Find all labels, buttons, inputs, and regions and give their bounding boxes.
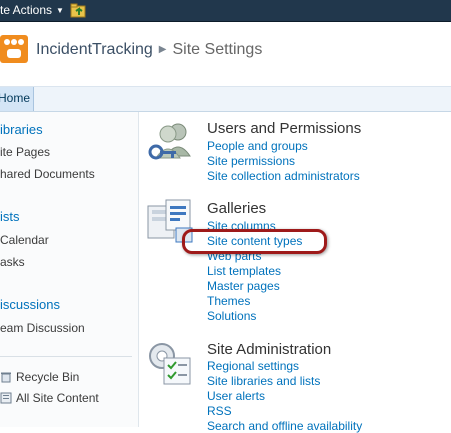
link-site-permissions[interactable]: Site permissions (207, 154, 295, 168)
title-area: IncidentTracking ▶ Site Settings (0, 22, 451, 86)
breadcrumb-site-link[interactable]: IncidentTracking (36, 41, 153, 58)
link-themes[interactable]: Themes (207, 294, 250, 308)
callout-highlight-ring (182, 229, 327, 254)
users-icon (148, 123, 191, 160)
site-actions-menu[interactable]: te Actions ▼ (0, 0, 64, 21)
link-master-pages[interactable]: Master pages (207, 279, 280, 293)
section-title-site-administration: Site Administration (207, 341, 332, 358)
nav-divider (0, 356, 132, 357)
top-nav-bar: Home (0, 86, 451, 112)
nav-item-team-discussion[interactable]: eam Discussion (0, 321, 85, 335)
nav-item-calendar[interactable]: Calendar (0, 233, 49, 247)
ribbon-top-bar: te Actions ▼ (0, 0, 451, 22)
nav-item-site-pages[interactable]: ite Pages (0, 145, 50, 159)
recycle-bin-link[interactable]: Recycle Bin (0, 370, 79, 384)
link-solutions[interactable]: Solutions (207, 309, 256, 323)
nav-item-tasks[interactable]: asks (0, 255, 25, 269)
site-logo-icon (0, 35, 28, 63)
link-regional-settings[interactable]: Regional settings (207, 359, 299, 373)
site-actions-label: te Actions (0, 3, 53, 17)
nav-heading-lists[interactable]: ists (0, 209, 20, 224)
navigate-up-icon[interactable] (70, 2, 88, 18)
breadcrumb: IncidentTracking ▶ Site Settings (36, 41, 262, 59)
link-site-libraries-and-lists[interactable]: Site libraries and lists (207, 374, 320, 388)
all-site-content-label: All Site Content (16, 391, 99, 405)
link-site-collection-administrators[interactable]: Site collection administrators (207, 169, 360, 183)
page-title: Site Settings (172, 41, 263, 58)
link-search-offline-availability[interactable]: Search and offline availability (207, 419, 362, 433)
recycle-bin-label: Recycle Bin (16, 370, 80, 384)
link-rss[interactable]: RSS (207, 404, 232, 418)
quick-launch: ibraries ite Pages hared Documents ists … (0, 112, 139, 427)
nav-item-shared-documents[interactable]: hared Documents (0, 167, 95, 181)
breadcrumb-separator-icon: ▶ (158, 44, 167, 55)
recycle-bin-icon (1, 372, 11, 383)
all-site-content-icon (0, 392, 12, 404)
link-list-templates[interactable]: List templates (207, 264, 281, 278)
link-user-alerts[interactable]: User alerts (207, 389, 265, 403)
tab-home[interactable]: Home (0, 87, 34, 111)
site-administration-icon (149, 343, 191, 385)
link-people-and-groups[interactable]: People and groups (207, 139, 308, 153)
nav-heading-discussions[interactable]: iscussions (0, 297, 60, 312)
nav-heading-libraries[interactable]: ibraries (0, 122, 43, 137)
chevron-down-icon: ▼ (56, 6, 64, 15)
section-title-galleries: Galleries (207, 200, 267, 217)
all-site-content-link[interactable]: All Site Content (0, 391, 99, 405)
section-title-users-permissions: Users and Permissions (207, 120, 362, 137)
